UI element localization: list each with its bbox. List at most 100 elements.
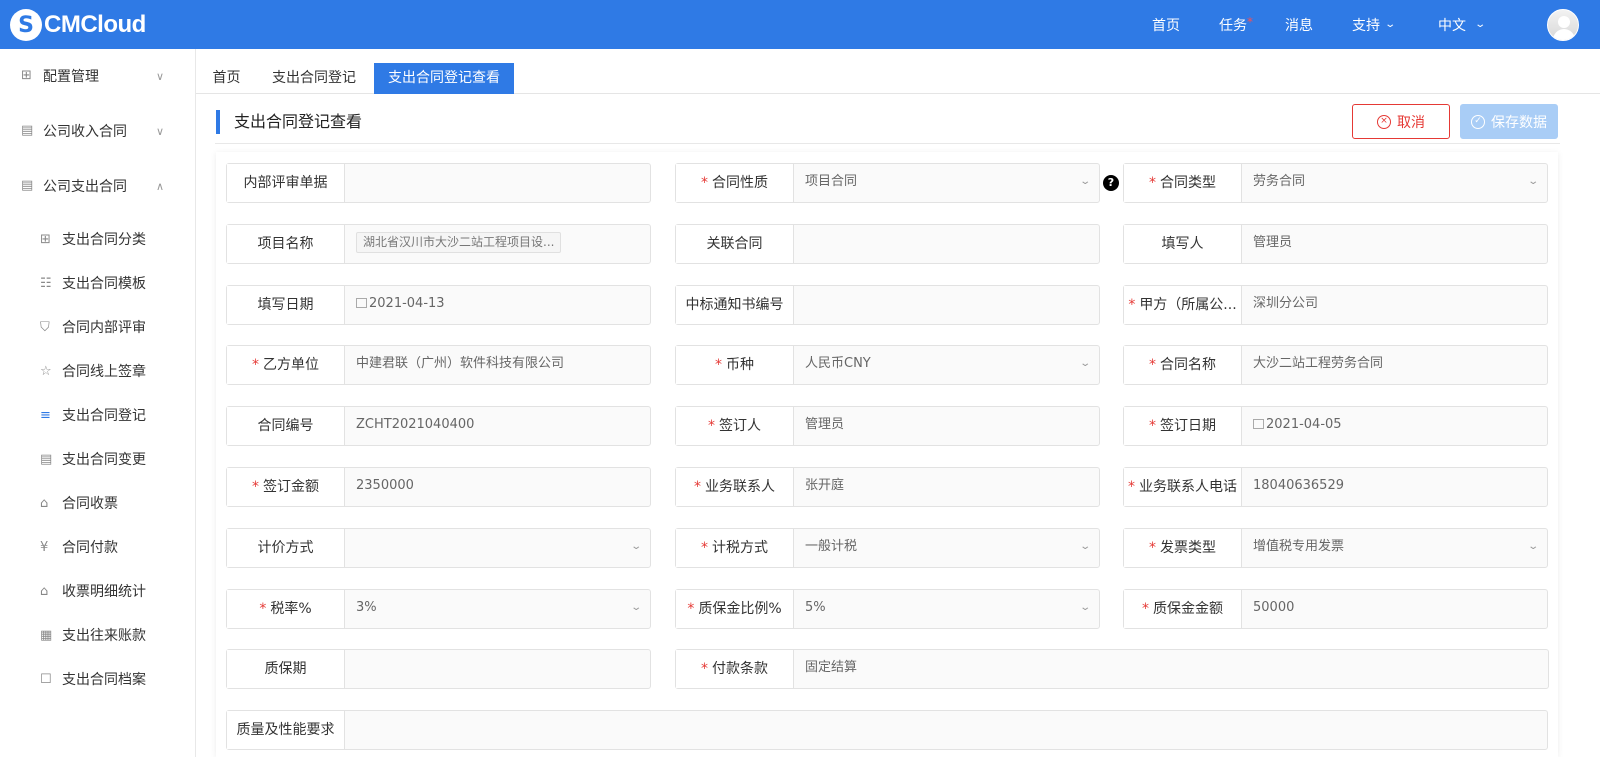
field-label-text: 填写人 [1161,235,1204,252]
sidebar-item[interactable]: ¥ 合同付款 [0,527,196,567]
form-field[interactable]: * 业务联系人 张开庭 [675,467,1100,507]
form-field[interactable]: * 甲方（所属公... 深圳分公司 [1123,284,1548,325]
required-mark: * [715,357,722,374]
required-mark: * [708,418,715,435]
field-label: 填写人 [1124,224,1242,263]
field-input[interactable]: 18040636529 [1253,468,1344,506]
sidebar-item[interactable]: ⛉ 合同内部评审 [0,307,196,347]
field-input[interactable]: 2350000 [356,468,414,506]
field-input[interactable]: 中建君联（广州）软件科技有限公司 [356,346,564,384]
form-field[interactable]: * 业务联系人电话 18040636529 [1123,467,1548,507]
cancel-button[interactable]: × 取消 [1352,104,1450,139]
nav-language[interactable]: 中文 ⌄ [1438,0,1486,49]
sidebar-item-label: 支出合同变更 [62,452,146,468]
field-input[interactable]: 一般计税 [805,529,857,567]
field-input[interactable]: 固定结算 [805,650,857,688]
sidebar-item[interactable]: ⌂ 收票明细统计 [0,571,196,611]
sidebar-item-label: 支出合同分类 [62,232,146,248]
field-label-text: 中标通知书编号 [685,296,784,313]
form-field[interactable]: * 计税方式 一般计税 ⌄ [675,527,1100,568]
form-field[interactable]: * 币种 人民币CNY ⌄ [675,345,1100,386]
form-field[interactable]: 内部评审单据 [226,163,651,203]
sidebar-item[interactable]: ☆ 合同线上签章 [0,351,196,391]
field-input[interactable]: 人民币CNY [805,346,871,384]
tab-contract-register-view[interactable]: 支出合同登记查看 [374,63,514,94]
field-label: 内部评审单据 [227,164,345,202]
field-input[interactable]: 增值税专用发票 [1253,529,1344,567]
form-field[interactable]: * 签订金额 2350000 [226,467,651,507]
field-input[interactable]: 劳务合同 [1253,164,1305,202]
form-field[interactable]: * 合同名称 大沙二站工程劳务合同 [1123,345,1548,386]
form-field[interactable]: 中标通知书编号 [675,284,1100,325]
form-field[interactable]: 合同编号 ZCHT2021040400 [226,406,651,447]
save-button[interactable]: ✓ 保存数据 [1460,104,1558,139]
nav-messages[interactable]: 消息 [1285,0,1313,49]
field-input[interactable]: 管理员 [1253,225,1292,263]
form-field[interactable]: 计价方式 ⌄ [226,527,651,568]
form-field[interactable]: 质保期 [226,649,651,690]
form-field[interactable]: * 付款条款 固定结算 [675,649,1549,690]
form-field[interactable]: * 质保金比例% 5% ⌄ [675,588,1100,629]
field-input[interactable]: 湖北省汉川市大沙二站工程项目设... [356,225,562,263]
field-input[interactable]: 项目合同 [805,164,857,202]
required-mark: * [1128,296,1136,313]
field-input[interactable]: 5% [805,590,826,628]
form-field[interactable]: * 签订人 管理员 [675,406,1100,447]
help-icon[interactable]: ? [1103,175,1119,191]
form-field[interactable]: * 质保金金额 50000 [1123,588,1548,629]
nav-tasks[interactable]: 任务 * [1219,0,1253,49]
chevron-down-icon: ⌄ [629,540,642,552]
sidebar-item[interactable]: ☷ 支出合同模板 [0,263,196,303]
tab-label: 首页 [212,70,241,86]
form-field[interactable]: * 合同类型 劳务合同 ⌄ [1123,163,1548,203]
form-field[interactable]: * 发票类型 增值税专用发票 ⌄ [1123,527,1548,568]
sidebar-item[interactable]: ☐ 支出合同档案 [0,659,196,699]
form-field[interactable]: 填写日期 2021-04-13 [226,284,651,325]
form-field[interactable]: 填写人 管理员 [1123,223,1548,264]
nav-home[interactable]: 首页 [1152,0,1180,49]
logo[interactable]: S CMCloud [10,9,146,41]
sidebar-item[interactable]: ⊞ 支出合同分类 [0,219,196,259]
field-input[interactable]: 管理员 [805,407,844,445]
form-field[interactable]: 关联合同 [675,223,1100,264]
sidebar-group[interactable]: ⊞ 配置管理 ∨ [0,49,196,103]
sidebar-item[interactable]: ≡ 支出合同登记 [0,395,196,435]
required-mark: * [252,357,259,374]
field-input[interactable]: 3% [356,590,377,628]
field-input[interactable]: 2021-04-13 [356,286,445,324]
field-input[interactable]: ZCHT2021040400 [356,407,474,445]
tab-contract-register[interactable]: 支出合同登记 [264,63,364,94]
field-label: 关联合同 [676,224,794,263]
field-label-text: 签订人 [719,418,761,435]
avatar[interactable] [1547,9,1579,41]
sidebar-item[interactable]: ▤ 支出合同变更 [0,439,196,479]
form-field[interactable]: * 乙方单位 中建君联（广州）软件科技有限公司 [226,345,651,386]
top-bar: S CMCloud 首页 任务 * 消息 支持 ⌄ 中文 ⌄ [0,0,1600,49]
sidebar-group-label: 公司收入合同 [43,124,127,140]
tab-home[interactable]: 首页 [203,63,250,94]
contract-out-icon: ▤ [21,178,34,193]
form-field[interactable]: * 签订日期 2021-04-05 [1123,406,1548,447]
sidebar-item[interactable]: ▦ 支出往来账款 [0,615,196,655]
nav-home-label: 首页 [1152,17,1180,34]
form-field[interactable]: * 合同性质 项目合同 ⌄ [675,163,1100,203]
nav-support[interactable]: 支持 ⌄ [1352,0,1396,49]
field-input[interactable]: 张开庭 [805,468,844,506]
field-value: ZCHT2021040400 [356,417,475,433]
field-label: * 合同名称 [1124,346,1242,385]
sidebar-item[interactable]: ⌂ 合同收票 [0,483,196,523]
field-label: 计价方式 [227,528,345,567]
field-input[interactable]: 2021-04-05 [1253,407,1342,445]
form-field[interactable]: 项目名称 湖北省汉川市大沙二站工程项目设... [226,223,651,264]
form-field[interactable]: 质量及性能要求 [226,710,1548,751]
field-input[interactable]: 深圳分公司 [1253,286,1318,324]
field-input[interactable]: 50000 [1253,590,1294,628]
field-input[interactable]: 大沙二站工程劳务合同 [1253,346,1383,384]
chevron-down-icon: ⌄ [1078,176,1091,187]
sidebar-group[interactable]: ▤ 公司支出合同 ∧ [0,159,196,213]
sidebar-group[interactable]: ▤ 公司收入合同 ∨ [0,104,196,158]
date-value: 2021-04-05 [1266,417,1342,433]
required-mark: * [687,600,695,617]
form-field[interactable]: * 税率% 3% ⌄ [226,588,651,629]
required-mark: * [701,539,708,556]
